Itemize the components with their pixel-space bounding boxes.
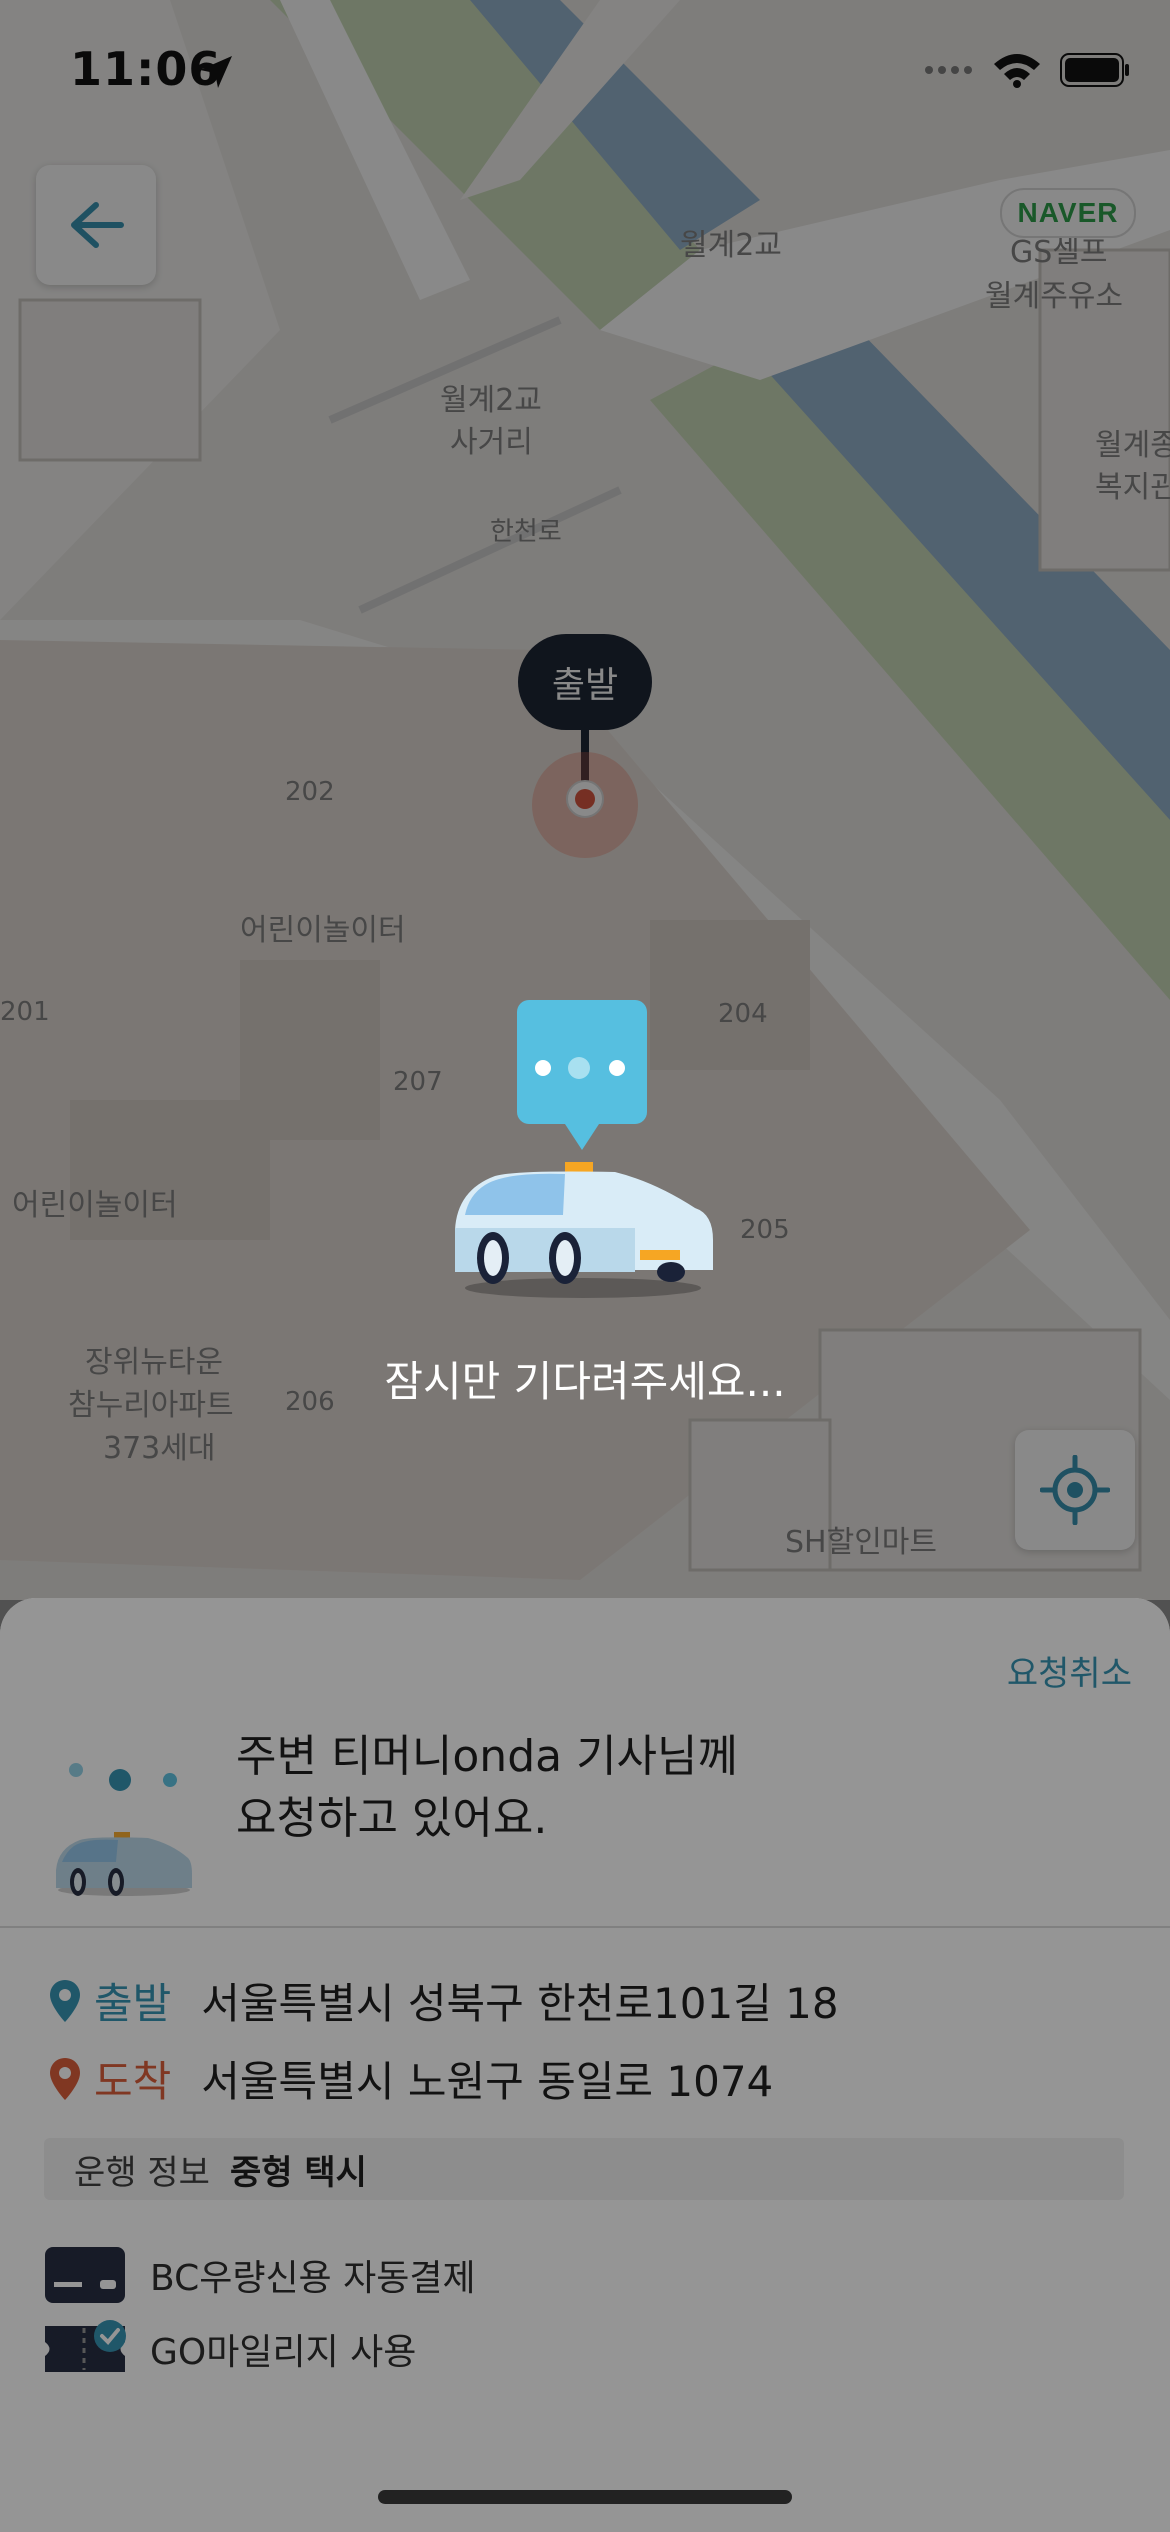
sheet-divider <box>0 1926 1170 1928</box>
request-line-2: 요청하고 있어요. <box>236 1793 548 1844</box>
mileage-row[interactable]: GO마일리지 사용 <box>44 2320 416 2378</box>
arrival-address: 서울특별시 노원구 동일로 1074 <box>201 2057 774 2106</box>
arrow-left-icon <box>71 202 124 248</box>
svg-text:207: 207 <box>393 1067 443 1097</box>
payment-row[interactable]: BC우량신용 자동결제 <box>44 2246 476 2304</box>
arrival-pin-icon <box>50 2057 80 2100</box>
departure-tag: 출발 <box>94 1979 172 2028</box>
service-info-value: 중형 택시 <box>229 2152 367 2193</box>
taxi-search-icon <box>56 1763 192 1896</box>
naver-map-logo: NAVER <box>1000 188 1136 238</box>
cellular-signal-icon <box>925 66 972 74</box>
mileage-label: GO마일리지 사용 <box>150 2332 417 2373</box>
departure-address: 서울특별시 성북구 한천로101길 18 <box>201 1979 839 2028</box>
request-status-text: 주변 티머니onda 기사님께 요청하고 있어요. <box>236 1726 738 1850</box>
coupon-check-icon <box>45 2320 126 2372</box>
svg-text:202: 202 <box>285 777 335 807</box>
service-info-label: 운행 정보 <box>74 2152 210 2193</box>
payment-method-label: BC우량신용 자동결제 <box>150 2258 476 2299</box>
map-label-bridge: 월계2교 <box>680 228 782 263</box>
svg-text:월계주유소: 월계주유소 <box>985 279 1123 314</box>
status-bar: 11:06 <box>0 0 1170 150</box>
arrival-row: 도착 서울특별시 노원구 동일로 1074 <box>50 2048 773 2109</box>
svg-text:복지관: 복지관 <box>1095 470 1170 505</box>
departure-pin-dot <box>566 780 604 818</box>
svg-text:월계종합: 월계종합 <box>1095 428 1170 463</box>
svg-text:GS셀프: GS셀프 <box>1010 235 1108 270</box>
svg-text:사거리: 사거리 <box>450 425 533 460</box>
svg-text:어린이놀이터: 어린이놀이터 <box>240 913 406 948</box>
svg-text:월계2교: 월계2교 <box>440 383 542 418</box>
wifi-icon <box>994 54 1040 88</box>
svg-text:205: 205 <box>740 1215 790 1245</box>
location-arrow-icon <box>200 56 232 88</box>
my-location-button[interactable] <box>1015 1430 1135 1550</box>
svg-text:어린이놀이터: 어린이놀이터 <box>12 1188 178 1223</box>
home-indicator[interactable] <box>378 2490 792 2504</box>
service-info-box: 운행 정보 중형 택시 <box>44 2138 1124 2200</box>
svg-text:204: 204 <box>718 999 768 1029</box>
arrival-tag: 도착 <box>94 2057 172 2106</box>
svg-text:SH할인마트: SH할인마트 <box>785 1525 937 1560</box>
svg-text:373세대: 373세대 <box>103 1431 215 1466</box>
back-button[interactable] <box>36 165 156 285</box>
svg-text:한천로: 한천로 <box>490 517 562 547</box>
departure-row: 출발 서울특별시 성북구 한천로101길 18 <box>50 1970 839 2031</box>
waiting-message: 잠시만 기다려주세요... <box>384 1357 786 1406</box>
departure-pin-label: 출발 <box>518 634 652 730</box>
cancel-request-button[interactable]: 요청취소 <box>1007 1646 1132 1695</box>
crosshair-icon <box>1040 1455 1110 1525</box>
credit-card-icon <box>45 2247 125 2303</box>
request-bottom-sheet: 요청취소 주변 티머니onda 기사님께 요청하고 있어요. 출발 서울특별시 … <box>0 1598 1170 2532</box>
battery-icon <box>1060 53 1129 87</box>
taxi-car-illustration <box>455 1000 713 1298</box>
svg-text:201: 201 <box>0 997 50 1027</box>
departure-pin-icon <box>50 1979 80 2022</box>
request-line-1: 주변 티머니onda 기사님께 <box>236 1731 738 1782</box>
